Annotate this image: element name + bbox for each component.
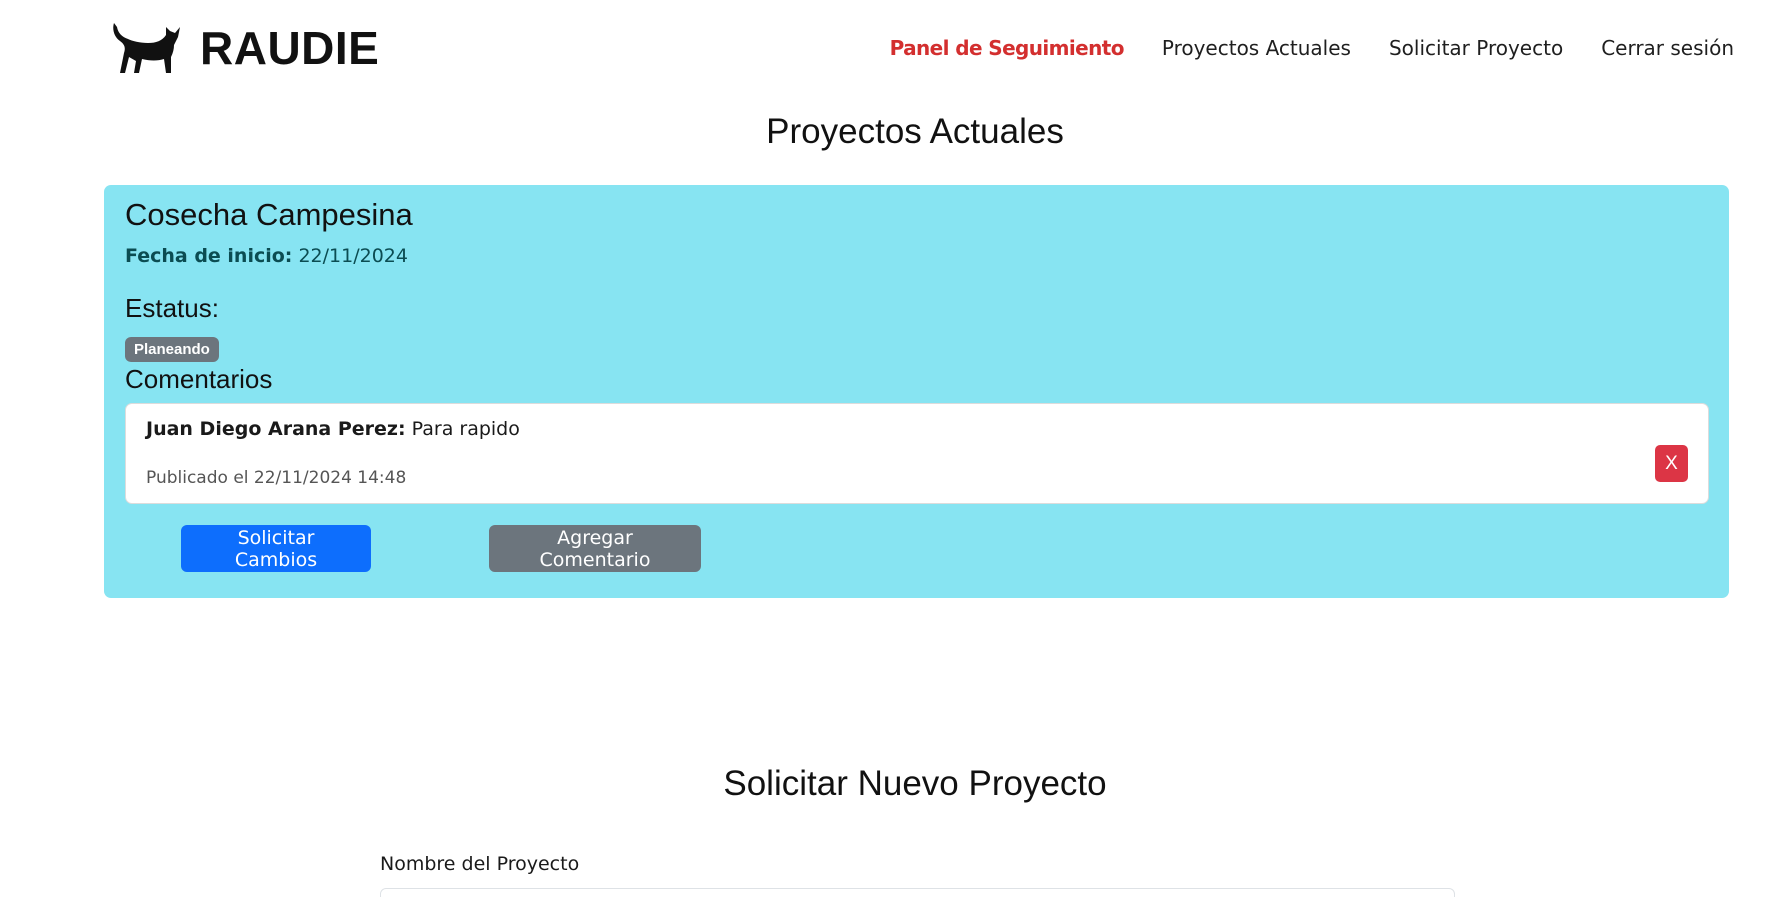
brand[interactable]: RAUDIE [108,18,379,78]
project-name-label: Nombre del Proyecto [380,853,580,875]
start-date-value: 22/11/2024 [298,245,408,267]
project-card: Cosecha Campesina Fecha de inicio: 22/11… [104,185,1729,598]
request-changes-button[interactable]: Solicitar Cambios [181,525,371,572]
navbar: RAUDIE Panel de Seguimiento Proyectos Ac… [0,0,1784,100]
nav-links: Panel de Seguimiento Proyectos Actuales … [890,36,1734,60]
status-label: Estatus: [125,293,219,323]
start-date-row: Fecha de inicio: 22/11/2024 [125,245,408,267]
comment-published-date: Publicado el 22/11/2024 14:48 [146,468,407,488]
nav-item-solicitar-proyecto[interactable]: Solicitar Proyecto [1389,36,1563,60]
comment-author: Juan Diego Arana Perez: [146,418,406,440]
comments-label: Comentarios [125,364,273,394]
new-project-section-title: Solicitar Nuevo Proyecto [723,764,1107,803]
brand-name: RAUDIE [200,22,380,74]
comment-item: Juan Diego Arana Perez: Para rapido Publ… [125,403,1709,504]
delete-comment-button[interactable]: X [1655,445,1688,482]
nav-item-panel-seguimiento[interactable]: Panel de Seguimiento [890,36,1125,60]
nav-item-proyectos-actuales[interactable]: Proyectos Actuales [1162,36,1351,60]
nav-item-cerrar-sesion[interactable]: Cerrar sesión [1601,36,1734,60]
status-badge: Planeando [125,337,219,362]
cat-icon [113,23,180,73]
comment-body: Para rapido [411,418,520,440]
projects-section-title: Proyectos Actuales [766,112,1064,151]
project-name-input[interactable] [380,888,1455,897]
add-comment-button[interactable]: Agregar Comentario [489,525,701,572]
start-date-label: Fecha de inicio: [125,245,293,267]
comment-text: Juan Diego Arana Perez: Para rapido [146,418,520,440]
project-name: Cosecha Campesina [125,197,413,232]
